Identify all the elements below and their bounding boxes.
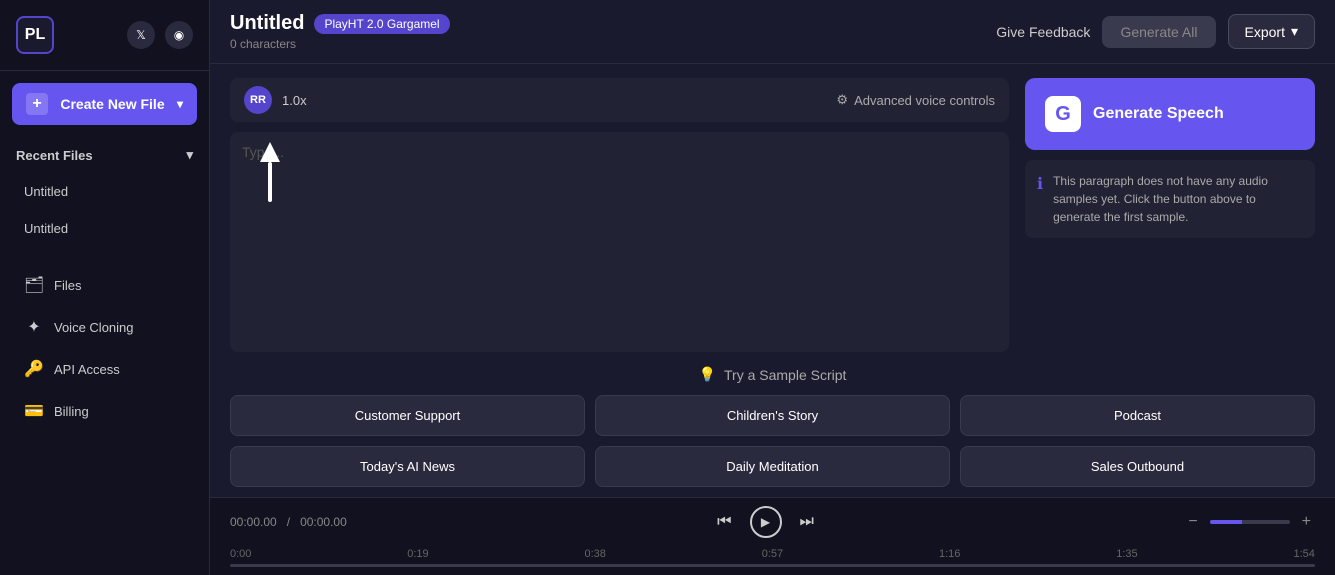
editor-right: G Generate Speech ℹ This paragraph does … xyxy=(1025,78,1315,352)
lightbulb-icon: 💡 xyxy=(699,366,716,383)
g-letter: G xyxy=(1055,103,1071,126)
create-new-label: Create New File xyxy=(60,96,164,112)
sidebar-item-voice-cloning[interactable]: ✦ Voice Cloning xyxy=(8,307,201,347)
editor-area: Change voice RR 1.0x ⚙ Advanced voice co… xyxy=(210,64,1335,366)
sidebar-item-billing[interactable]: 💳 Billing xyxy=(8,391,201,431)
sidebar-file-item-2[interactable]: Untitled xyxy=(8,211,201,246)
advanced-voice-controls[interactable]: ⚙ Advanced voice controls xyxy=(836,92,995,108)
sample-daily-meditation[interactable]: Daily Meditation xyxy=(595,446,950,487)
generate-all-button[interactable]: Generate All xyxy=(1102,16,1215,48)
export-button[interactable]: Export ▾ xyxy=(1228,14,1316,49)
play-button[interactable]: ▶ xyxy=(750,506,782,538)
player-time-current: 00:00.00 xyxy=(230,515,277,529)
discord-icon[interactable]: ◉ xyxy=(165,21,193,49)
text-area-wrapper: Type... xyxy=(230,132,1009,352)
twitter-icon[interactable]: 𝕏 xyxy=(127,21,155,49)
topbar-left: Untitled PlayHT 2.0 Gargamel 0 character… xyxy=(230,12,450,51)
sample-scripts-grid: Customer Support Children's Story Podcas… xyxy=(230,395,1315,487)
zoom-out-icon[interactable]: − xyxy=(1184,513,1201,531)
info-box: ℹ This paragraph does not have any audio… xyxy=(1025,160,1315,238)
player-center-controls: ⏮ ▶ ⏭ xyxy=(713,506,818,538)
give-feedback-button[interactable]: Give Feedback xyxy=(996,24,1090,40)
info-icon: ℹ xyxy=(1037,173,1043,226)
player-controls: 00:00.00 / 00:00.00 ⏮ ▶ ⏭ − + xyxy=(230,506,1315,538)
zoom-in-icon[interactable]: + xyxy=(1298,513,1315,531)
sample-customer-support[interactable]: Customer Support xyxy=(230,395,585,436)
sidebar-item-files[interactable]: 🗂 Files xyxy=(8,265,201,305)
sample-scripts-title: 💡 Try a Sample Script xyxy=(230,366,1315,383)
recent-files-chevron-icon: ▾ xyxy=(186,147,193,163)
grammarly-icon: G xyxy=(1045,96,1081,132)
logo: PL xyxy=(16,16,54,54)
social-links: 𝕏 ◉ xyxy=(127,21,193,49)
volume-slider[interactable] xyxy=(1210,520,1290,524)
billing-icon: 💳 xyxy=(24,401,44,421)
topbar: Untitled PlayHT 2.0 Gargamel 0 character… xyxy=(210,0,1335,64)
main-content: Untitled PlayHT 2.0 Gargamel 0 character… xyxy=(210,0,1335,575)
sidebar-file-item-1[interactable]: Untitled xyxy=(8,174,201,209)
timeline-labels: 0:00 0:19 0:38 0:57 1:16 1:35 1:54 xyxy=(230,544,1315,564)
skip-forward-button[interactable]: ⏭ xyxy=(796,509,818,535)
files-icon: 🗂 xyxy=(24,275,44,295)
plus-icon: + xyxy=(26,93,48,115)
recent-files-label: Recent Files xyxy=(16,148,93,163)
sample-ai-news[interactable]: Today's AI News xyxy=(230,446,585,487)
timeline-bar[interactable] xyxy=(230,564,1315,567)
speed-badge: 1.0x xyxy=(282,93,307,108)
chevron-down-icon: ▾ xyxy=(177,97,183,111)
topbar-right: Give Feedback Generate All Export ▾ xyxy=(996,14,1315,49)
sliders-icon: ⚙ xyxy=(836,92,848,108)
voice-controls-left: RR 1.0x xyxy=(244,86,307,114)
sidebar-header: PL 𝕏 ◉ xyxy=(0,0,209,71)
editor-left: RR 1.0x ⚙ Advanced voice controls Type..… xyxy=(230,78,1009,352)
player-volume: − + xyxy=(1184,513,1315,531)
api-key-icon: 🔑 xyxy=(24,359,44,379)
char-count: 0 characters xyxy=(230,37,450,51)
sample-sales-outbound[interactable]: Sales Outbound xyxy=(960,446,1315,487)
voice-controls-bar: RR 1.0x ⚙ Advanced voice controls xyxy=(230,78,1009,122)
bottom-player: 00:00.00 / 00:00.00 ⏮ ▶ ⏭ − + 0:00 0:19 … xyxy=(210,497,1335,575)
sidebar-nav: 🗂 Files ✦ Voice Cloning 🔑 API Access 💳 B… xyxy=(0,263,209,575)
export-chevron-icon: ▾ xyxy=(1291,23,1298,40)
sample-childrens-story[interactable]: Children's Story xyxy=(595,395,950,436)
create-new-button[interactable]: + Create New File ▾ xyxy=(12,83,197,125)
sidebar-item-api-access[interactable]: 🔑 API Access xyxy=(8,349,201,389)
sample-scripts-section: 💡 Try a Sample Script Customer Support C… xyxy=(210,366,1335,497)
script-textarea[interactable] xyxy=(230,132,1009,352)
sample-podcast[interactable]: Podcast xyxy=(960,395,1315,436)
skip-back-button[interactable]: ⏮ xyxy=(713,509,735,535)
voice-avatar: RR xyxy=(244,86,272,114)
generate-speech-button[interactable]: G Generate Speech xyxy=(1025,78,1315,150)
recent-files-header[interactable]: Recent Files ▾ xyxy=(0,137,209,173)
title-row: Untitled PlayHT 2.0 Gargamel xyxy=(230,12,450,35)
player-time: 00:00.00 / 00:00.00 xyxy=(230,515,347,529)
player-time-sep: / xyxy=(287,515,290,529)
sidebar: PL 𝕏 ◉ + Create New File ▾ Recent Files … xyxy=(0,0,210,575)
voice-badge: PlayHT 2.0 Gargamel xyxy=(314,14,449,34)
player-time-total: 00:00.00 xyxy=(300,515,347,529)
page-title: Untitled xyxy=(230,12,304,35)
voice-cloning-icon: ✦ xyxy=(24,317,44,337)
